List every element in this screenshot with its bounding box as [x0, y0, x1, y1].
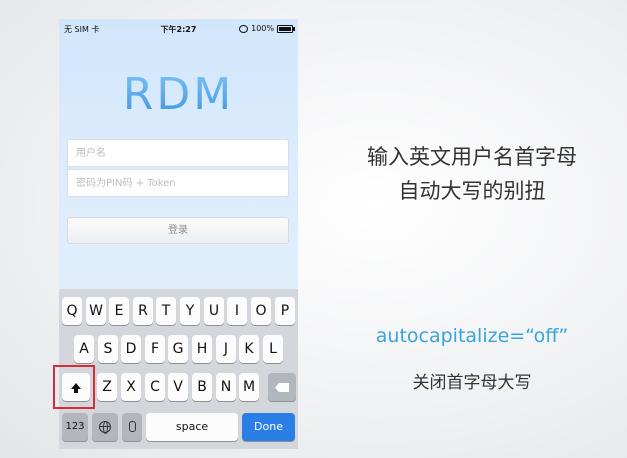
username-input[interactable] [68, 140, 288, 166]
key-u[interactable]: U [204, 297, 224, 325]
done-key[interactable]: Done [242, 413, 295, 441]
key-s[interactable]: S [98, 335, 118, 363]
key-p[interactable]: P [275, 297, 295, 325]
space-key[interactable]: space [146, 413, 238, 441]
shift-highlight-box [53, 365, 95, 409]
battery-percent: 100% [251, 24, 274, 33]
key-c[interactable]: C [145, 373, 165, 401]
key-v[interactable]: V [168, 373, 188, 401]
key-e[interactable]: E [109, 297, 129, 325]
key-y[interactable]: Y [180, 297, 200, 325]
annotation-line1: 输入英文用户名首字母 [367, 145, 577, 169]
battery-icon [277, 24, 295, 33]
key-t[interactable]: T [156, 297, 176, 325]
dictation-key[interactable] [122, 413, 142, 441]
key-o[interactable]: O [251, 297, 271, 325]
backspace-icon [275, 383, 289, 392]
globe-icon [99, 421, 111, 434]
username-field[interactable] [67, 139, 289, 167]
status-bar: 无 SIM 卡 下午2:27 100% [59, 19, 298, 39]
key-i[interactable]: I [227, 297, 247, 325]
backspace-key[interactable] [268, 373, 296, 401]
rotation-lock-icon [239, 24, 249, 33]
key-z[interactable]: Z [97, 373, 117, 401]
annotation-problem: 输入英文用户名首字母 自动大写的别扭 [322, 140, 622, 208]
login-button[interactable]: 登录 [67, 217, 289, 244]
key-q[interactable]: Q [62, 297, 82, 325]
password-input[interactable] [68, 170, 288, 196]
key-a[interactable]: A [74, 335, 94, 363]
key-j[interactable]: J [216, 335, 236, 363]
password-field[interactable] [67, 169, 289, 197]
status-right: 100% [239, 24, 295, 33]
key-g[interactable]: G [168, 335, 188, 363]
annotation-caption: 关闭首字母大写 [412, 373, 532, 393]
key-w[interactable]: W [86, 297, 106, 325]
key-f[interactable]: F [145, 335, 165, 363]
key-h[interactable]: H [192, 335, 212, 363]
annotation-line2: 自动大写的别扭 [398, 179, 546, 203]
key-m[interactable]: M [239, 373, 259, 401]
key-n[interactable]: N [216, 373, 236, 401]
key-d[interactable]: D [121, 335, 141, 363]
key-l[interactable]: L [263, 335, 283, 363]
numbers-key[interactable]: 123 [62, 413, 88, 441]
key-b[interactable]: B [192, 373, 212, 401]
key-r[interactable]: R [133, 297, 153, 325]
microphone-icon [128, 421, 136, 432]
annotation-code: autocapitalize=“off” [375, 325, 569, 347]
globe-key[interactable] [92, 413, 118, 441]
app-logo: RDM [59, 69, 298, 120]
key-x[interactable]: X [121, 373, 141, 401]
key-k[interactable]: K [239, 335, 259, 363]
